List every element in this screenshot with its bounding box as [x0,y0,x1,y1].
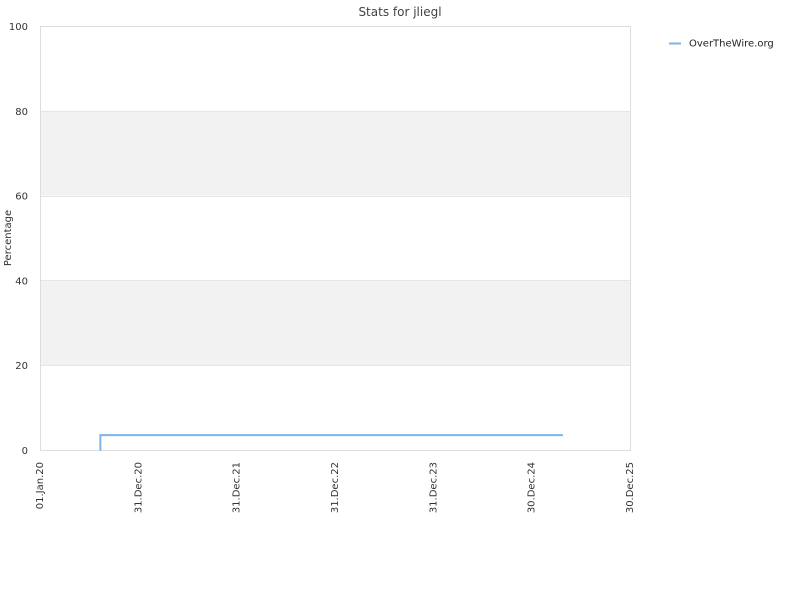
x-tick-label: 31.Dec.23 [428,462,439,513]
plot-bands [40,110,630,366]
plot-band [40,280,630,366]
legend[interactable]: OverTheWire.org [669,39,774,50]
series-layer [99,434,563,451]
chart-svg: 0 20 40 60 80 100 01.Jan.20 31.Dec.20 31.Dec.21… [3,5,774,513]
y-tick-label: 60 [15,192,28,203]
grid-lines [40,26,630,451]
x-tick-label: 31.Dec.22 [330,462,341,513]
chart-title: Stats for jliegl [358,5,441,19]
x-tick-label: 01.Jan.20 [35,462,46,509]
x-tick-label: 30.Dec.25 [625,462,636,513]
y-tick-label: 40 [15,276,28,287]
x-tick-label: 31.Dec.20 [133,462,144,513]
series-line [99,434,563,451]
y-tick-label: 20 [15,361,28,372]
plot-band [40,110,630,196]
x-tick-label: 30.Dec.24 [527,462,538,513]
x-tick-label: 31.Dec.21 [232,462,243,513]
chart-container: 0 20 40 60 80 100 01.Jan.20 31.Dec.20 31.Dec.21… [0,0,800,600]
y-tick-label: 80 [15,107,28,118]
y-axis-label: Percentage [3,210,14,266]
legend-item-label[interactable]: OverTheWire.org [689,39,774,50]
plot-area-border [40,26,631,451]
y-tick-label: 0 [22,446,28,457]
y-tick-label: 100 [9,22,28,33]
x-axis-ticks: 01.Jan.20 31.Dec.20 31.Dec.21 31.Dec.22 31.D… [35,462,636,513]
